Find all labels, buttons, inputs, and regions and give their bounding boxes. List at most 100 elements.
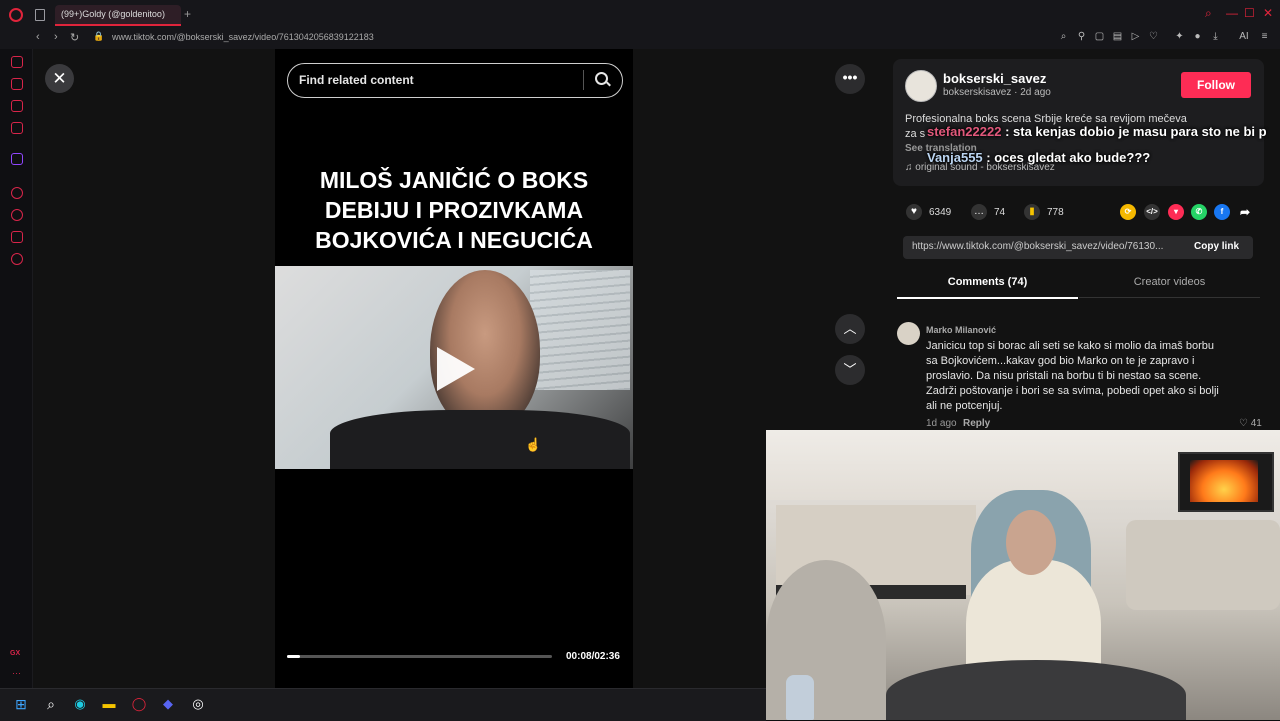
webcam-overlay xyxy=(766,430,1280,720)
chat-username: stefan22222 xyxy=(927,124,1002,139)
cam-desk xyxy=(886,660,1186,720)
author-subline: bokserskisavez · 2d ago xyxy=(943,87,1051,98)
zoom-icon[interactable]: ⌕ xyxy=(1058,31,1069,42)
embed-icon[interactable]: </> xyxy=(1144,204,1160,220)
progress-fill xyxy=(287,655,300,658)
heart-icon[interactable]: ♡ xyxy=(1148,31,1159,42)
cam-fireplace-screen xyxy=(1190,460,1258,502)
follow-button[interactable]: Follow xyxy=(1181,72,1251,98)
url-field[interactable]: www.tiktok.com/@bokserski_savez/video/76… xyxy=(112,32,374,42)
lock-icon: 🔒 xyxy=(93,31,105,41)
tab-comments[interactable]: Comments (74) xyxy=(897,270,1078,299)
prev-video-button[interactable]: ︿ xyxy=(835,314,865,344)
sidebar-settings-icon[interactable] xyxy=(11,253,23,265)
browser-tab-bar xyxy=(0,0,1280,29)
download-icon[interactable]: ⤓ xyxy=(1210,31,1221,42)
share-icon[interactable]: ➦ xyxy=(1237,204,1253,220)
sidebar-player-icon[interactable] xyxy=(11,122,23,134)
comment-count: 74 xyxy=(994,207,1006,218)
pin-icon[interactable]: ⚲ xyxy=(1076,31,1087,42)
minimize-icon[interactable]: — xyxy=(1226,6,1238,20)
post-time: 2d ago xyxy=(1020,87,1051,98)
reply-button[interactable]: Reply xyxy=(963,418,990,429)
video-headline: MILOŠ JANIČIĆ O BOKS DEBIJU I PROZIVKAMA… xyxy=(315,167,593,253)
menu-icon[interactable]: ≡ xyxy=(1259,31,1270,42)
video-time: 00:08/02:36 xyxy=(566,651,620,662)
comment-text: Janicicu top si borac ali seti se kako s… xyxy=(926,340,1219,412)
mouse-cursor-icon: ☝ xyxy=(525,437,542,452)
cam-chair xyxy=(766,560,886,720)
tab-title: (99+)Goldy (@goldenitoo) xyxy=(61,9,165,19)
account-icon[interactable]: ● xyxy=(1192,31,1203,42)
sidebar-alert-icon[interactable] xyxy=(11,78,23,90)
cam-sofa xyxy=(1126,520,1280,610)
play-icon[interactable] xyxy=(437,347,475,391)
edge-icon[interactable]: ◉ xyxy=(72,696,88,712)
extensions-icon[interactable]: ✦ xyxy=(1174,31,1185,42)
close-icon[interactable]: ✕ xyxy=(45,64,74,93)
back-icon[interactable]: ‹ xyxy=(36,31,40,43)
bookmark-icon[interactable]: ▮ xyxy=(1024,204,1040,220)
chat-message: stefan22222 : sta kenjas dobio je masu p… xyxy=(927,124,1267,139)
facebook-icon[interactable]: f xyxy=(1214,204,1230,220)
comment-age: 1d ago xyxy=(926,418,957,429)
author-username[interactable]: bokserski_savez xyxy=(943,71,1046,86)
repost-icon[interactable]: ⟳ xyxy=(1120,204,1136,220)
reload-icon[interactable]: ↻ xyxy=(70,31,79,44)
comment-icon[interactable]: … xyxy=(971,204,987,220)
search-divider xyxy=(583,70,584,90)
sidebar-messenger-icon[interactable] xyxy=(11,100,23,112)
browser-tab-active[interactable]: (99+)Goldy (@goldenitoo) xyxy=(55,5,181,26)
share-link[interactable]: https://www.tiktok.com/@bokserski_savez/… xyxy=(912,241,1163,252)
comment-username[interactable]: Marko Milanović xyxy=(926,325,996,335)
window-blinds xyxy=(530,270,630,390)
avatar[interactable] xyxy=(897,322,920,345)
sidebar-aria-icon[interactable] xyxy=(11,56,23,68)
cam-person-head xyxy=(1006,510,1056,575)
maximize-icon[interactable]: ☐ xyxy=(1244,6,1255,20)
sidebar-twitch-icon[interactable] xyxy=(11,153,23,165)
send-icon[interactable]: ▾ xyxy=(1168,204,1184,220)
file-explorer-icon[interactable]: ▬ xyxy=(101,696,117,712)
close-window-icon[interactable]: ✕ xyxy=(1263,6,1273,20)
save-count: 778 xyxy=(1047,207,1064,218)
snapshot-icon[interactable]: ▢ xyxy=(1094,31,1105,42)
search-placeholder: Find related content xyxy=(299,73,414,87)
player-icon[interactable]: ▷ xyxy=(1130,31,1141,42)
chrome-icon[interactable]: ◎ xyxy=(190,696,206,712)
opera-logo-icon[interactable] xyxy=(9,8,23,22)
sidebar-play-icon[interactable] xyxy=(11,187,23,199)
search-input[interactable]: Find related content xyxy=(287,63,623,98)
search-icon[interactable] xyxy=(595,72,608,85)
progress-track[interactable] xyxy=(287,655,552,658)
opera-gx-icon[interactable]: ◯ xyxy=(131,696,147,712)
search-icon[interactable]: ⌕ xyxy=(43,696,59,712)
like-icon[interactable]: ♥ xyxy=(906,204,922,220)
comment-likes[interactable]: ♡ 41 xyxy=(1239,418,1262,429)
forward-icon[interactable]: › xyxy=(54,31,58,43)
gx-icon[interactable]: GX xyxy=(10,650,20,657)
music-note-icon: ♫ xyxy=(905,162,916,173)
reader-icon[interactable]: ▤ xyxy=(1112,31,1123,42)
whatsapp-icon[interactable]: ✆ xyxy=(1191,204,1207,220)
page-icon[interactable] xyxy=(35,9,45,21)
new-tab-icon[interactable]: + xyxy=(184,7,191,21)
ai-button[interactable]: AI xyxy=(1236,31,1252,42)
avatar[interactable] xyxy=(905,70,937,102)
opera-sidebar xyxy=(0,49,33,688)
copy-link-button[interactable]: Copy link xyxy=(1194,241,1239,252)
sidebar-extensions-icon[interactable] xyxy=(11,231,23,243)
windows-start-icon[interactable]: ⊞ xyxy=(13,696,29,712)
chat-text: : sta kenjas dobio je masu para sto ne b… xyxy=(1001,124,1267,139)
sidebar-more-icon[interactable]: ··· xyxy=(12,668,21,678)
discord-icon[interactable]: ◆ xyxy=(160,696,176,712)
next-video-button[interactable]: ﹀ xyxy=(835,355,865,385)
tab-creator-videos[interactable]: Creator videos xyxy=(1079,270,1260,298)
author-handle[interactable]: bokserskisavez xyxy=(943,87,1011,98)
more-icon[interactable]: ••• xyxy=(835,64,865,94)
sidebar-history-icon[interactable] xyxy=(11,209,23,221)
chat-text: : oces gledat ako bude??? xyxy=(982,150,1151,165)
speaker-shirt xyxy=(330,410,630,469)
search-icon[interactable]: ⌕ xyxy=(1205,6,1212,21)
chat-message: Vanja555 : oces gledat ako bude??? xyxy=(927,150,1150,165)
